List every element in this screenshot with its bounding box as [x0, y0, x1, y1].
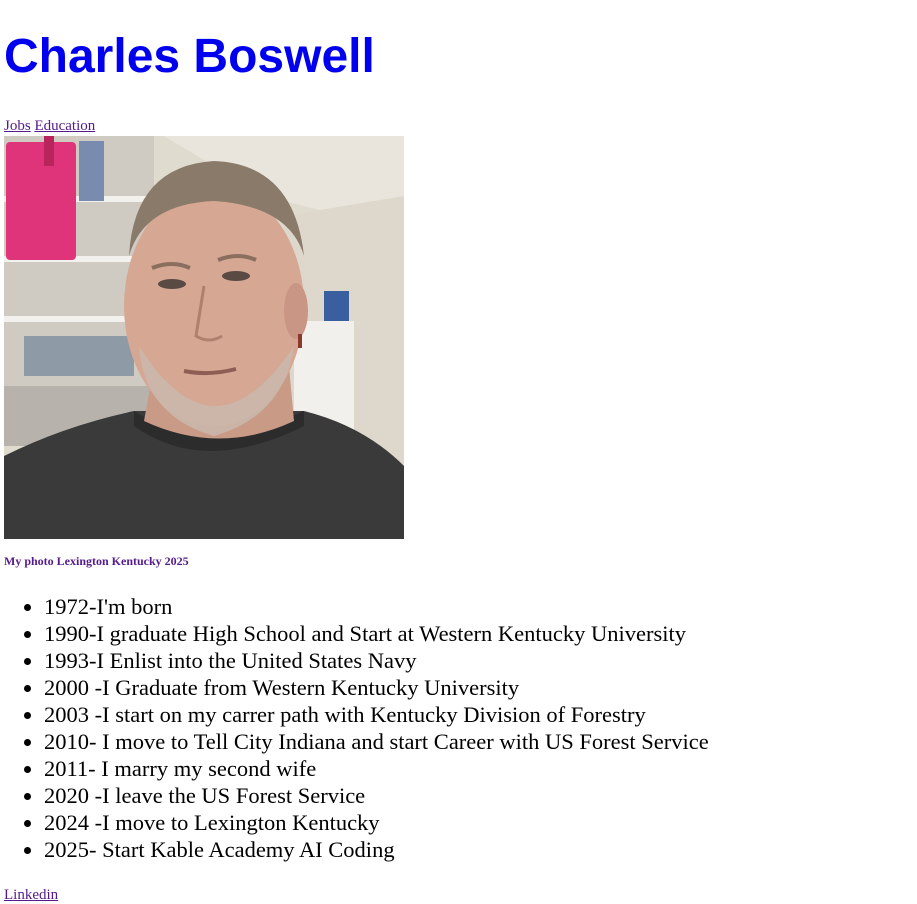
page-title: Charles Boswell	[4, 30, 375, 83]
timeline-item: 1990-I graduate High School and Start at…	[44, 620, 709, 647]
timeline-item: 2003 -I start on my carrer path with Ken…	[44, 701, 709, 728]
education-link[interactable]: Education	[34, 118, 95, 134]
photo-caption: My photo Lexington Kentucky 2025	[4, 554, 189, 568]
timeline-list: 1972-I'm born 1990-I graduate High Schoo…	[4, 593, 709, 863]
timeline-item: 2011- I marry my second wife	[44, 755, 709, 782]
linkedin-link[interactable]: Linkedin	[4, 887, 58, 903]
profile-photo	[4, 136, 404, 539]
timeline-item: 1993-I Enlist into the United States Nav…	[44, 647, 709, 674]
timeline-item: 1972-I'm born	[44, 593, 709, 620]
jobs-link[interactable]: Jobs	[4, 118, 31, 134]
timeline-item: 2000 -I Graduate from Western Kentucky U…	[44, 674, 709, 701]
nav-links: Jobs Education	[4, 118, 95, 135]
footer: Linkedin	[4, 887, 58, 904]
timeline-item: 2020 -I leave the US Forest Service	[44, 782, 709, 809]
timeline-item: 2025- Start Kable Academy AI Coding	[44, 836, 709, 863]
timeline-item: 2024 -I move to Lexington Kentucky	[44, 809, 709, 836]
timeline-item: 2010- I move to Tell City Indiana and st…	[44, 728, 709, 755]
